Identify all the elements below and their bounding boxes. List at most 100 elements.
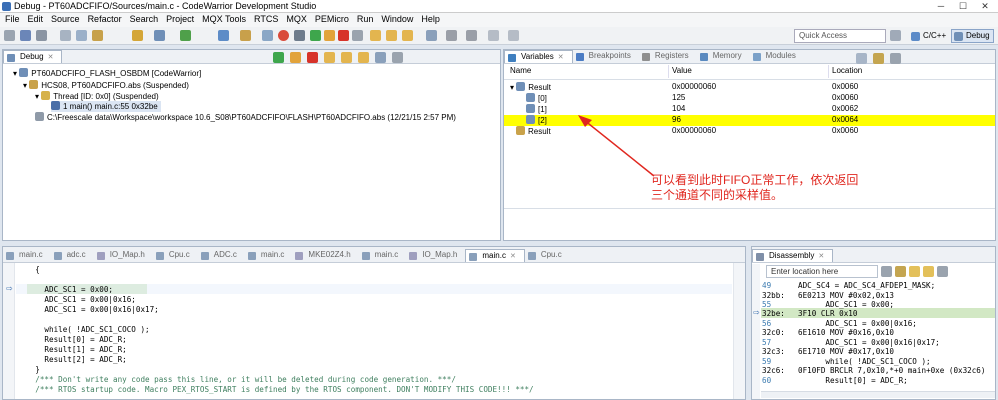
go-icon[interactable]	[881, 266, 892, 277]
perspective-debug[interactable]: Debug	[951, 29, 994, 43]
tab-memory[interactable]: Memory	[697, 50, 750, 63]
menu-source[interactable]: Source	[48, 13, 85, 27]
menu-run[interactable]: Run	[354, 13, 379, 27]
disassembly-line[interactable]: ADC_SC1 = 0x00|0x16;	[798, 319, 916, 328]
disassembly-line[interactable]: 6E1710 MOV #0x17,0x10	[798, 347, 894, 356]
disassembly-line[interactable]: 6E1610 MOV #0x16,0x10	[798, 328, 894, 337]
code-line[interactable]: while( !ADC_SC1_COCO );	[17, 325, 149, 334]
tab-adc-c-2[interactable]: ADC.c	[198, 249, 245, 262]
code-comment[interactable]: /*** RTOS startup code. Macro PEX_RTOS_S…	[17, 385, 533, 394]
run-icon[interactable]	[180, 30, 191, 41]
column-name[interactable]: Name	[510, 66, 531, 78]
close-button[interactable]: ✕	[974, 0, 996, 12]
column-location[interactable]: Location	[832, 66, 862, 78]
table-row[interactable]: ▾ Result 0x00000060 0x0060	[504, 82, 995, 93]
next-annotation-icon[interactable]	[446, 30, 457, 41]
close-icon[interactable]: ✕	[818, 253, 824, 260]
tab-registers[interactable]: Registers	[639, 50, 697, 63]
tab-cpu-c[interactable]: Cpu.c	[153, 249, 198, 262]
code-line[interactable]: {	[17, 265, 40, 274]
show-type-names-icon[interactable]	[856, 53, 867, 64]
menu-project[interactable]: Project	[163, 13, 199, 27]
menu-search[interactable]: Search	[127, 13, 164, 27]
tools-icon[interactable]	[240, 30, 251, 41]
code-line[interactable]: Result[0] = ADC_R;	[17, 335, 126, 344]
step-into-icon[interactable]	[370, 30, 381, 41]
view-menu-icon[interactable]	[937, 266, 948, 277]
step-over-icon[interactable]	[341, 52, 352, 63]
previous-annotation-icon[interactable]	[466, 30, 477, 41]
code-line[interactable]: Result[2] = ADC_R;	[17, 355, 126, 364]
disassembly-line[interactable]: ADC_SC4 = ADC_SC4_AFDEP1_MASK;	[798, 281, 935, 290]
suspend-icon[interactable]	[324, 30, 335, 41]
close-icon[interactable]: ✕	[48, 54, 54, 61]
tab-mke02z4-h[interactable]: MKE02Z4.h	[292, 249, 358, 262]
tab-cpu-c-2[interactable]: Cpu.c	[525, 249, 570, 262]
tree-item-launch[interactable]: ▾ PT60ADCFIFO_FLASH_OSBDM [CodeWarrior]	[13, 68, 201, 79]
close-icon[interactable]: ✕	[510, 253, 516, 260]
skip-breakpoints-icon[interactable]	[262, 30, 273, 41]
menu-mqx[interactable]: MQX	[283, 13, 312, 27]
tree-item-executable[interactable]: C:\Freescale data\Workspace\workspace 10…	[35, 112, 456, 123]
menu-file[interactable]: File	[2, 13, 25, 27]
code-line[interactable]: }	[17, 365, 40, 374]
tab-breakpoints[interactable]: Breakpoints	[573, 50, 639, 63]
menu-window[interactable]: Window	[378, 13, 418, 27]
suspend-icon[interactable]	[290, 52, 301, 63]
step-return-icon[interactable]	[358, 52, 369, 63]
disassembly-line[interactable]: ADC_SC1 = 0x00|0x16|0x17;	[798, 338, 939, 347]
instruction-step-icon[interactable]	[426, 30, 437, 41]
perspective-c-cpp[interactable]: C/C++	[908, 29, 950, 43]
tab-adc-c[interactable]: adc.c	[51, 249, 94, 262]
terminate-icon[interactable]	[338, 30, 349, 41]
tab-main-c-3[interactable]: main.c	[359, 249, 407, 262]
menu-edit[interactable]: Edit	[25, 13, 49, 27]
tab-debug[interactable]: Debug ✕	[3, 50, 63, 63]
tab-main-c-active[interactable]: main.c ✕	[465, 249, 525, 262]
disconnect-icon[interactable]	[352, 30, 363, 41]
disassembly-line[interactable]: 0F10FD BRCLR 7,0x10,*+0 main+0xe (0x32c6…	[798, 366, 992, 375]
menu-help[interactable]: Help	[418, 13, 445, 27]
build-config-icon[interactable]	[60, 30, 71, 41]
close-icon[interactable]: ✕	[558, 54, 564, 61]
tab-disassembly[interactable]: Disassembly ✕	[752, 249, 834, 262]
bug-icon[interactable]	[154, 30, 165, 41]
code-line-current[interactable]: ADC_SC1 = 0x00;	[17, 285, 113, 294]
disassembly-line-current[interactable]: 3F10 CLR 0x10	[798, 309, 857, 318]
table-row[interactable]: [0] 125 0x0060	[504, 93, 995, 104]
step-into-icon[interactable]	[324, 52, 335, 63]
overview-ruler[interactable]	[733, 263, 745, 399]
code-line[interactable]: Result[1] = ADC_R;	[17, 345, 126, 354]
save-icon[interactable]	[20, 30, 31, 41]
build-icon[interactable]	[132, 30, 143, 41]
refresh-icon[interactable]	[923, 266, 934, 277]
disassembly-line[interactable]: while( !ADC_SC1_COCO );	[798, 357, 930, 366]
step-return-icon[interactable]	[402, 30, 413, 41]
breakpoint-icon[interactable]	[278, 30, 289, 41]
tab-main-c-2[interactable]: main.c	[245, 249, 293, 262]
location-input[interactable]: Enter location here	[766, 265, 878, 278]
terminate-icon[interactable]	[307, 52, 318, 63]
back-icon[interactable]	[488, 30, 499, 41]
code-line[interactable]: ADC_SC1 = 0x00|0x16;	[17, 295, 135, 304]
new-icon[interactable]	[4, 30, 15, 41]
menu-rtcs[interactable]: RTCS	[251, 13, 283, 27]
tab-main-c[interactable]: main.c	[3, 249, 51, 262]
code-comment[interactable]: /*** Don't write any code pass this line…	[17, 375, 456, 384]
show-source-icon[interactable]	[909, 266, 920, 277]
tree-item-stack-frame[interactable]: 1 main() main.c:55 0x32be	[51, 101, 161, 112]
column-value[interactable]: Value	[672, 66, 692, 78]
menu-mqx-tools[interactable]: MQX Tools	[199, 13, 251, 27]
flash-icon[interactable]	[218, 30, 229, 41]
forward-icon[interactable]	[508, 30, 519, 41]
save-all-icon[interactable]	[36, 30, 47, 41]
link-with-stack-icon[interactable]	[895, 266, 906, 277]
project-icon[interactable]	[92, 30, 103, 41]
disassembly-line[interactable]: Result[0] = ADC_R;	[798, 376, 907, 385]
tab-io-map-h-2[interactable]: IO_Map.h	[406, 249, 465, 262]
resume-icon[interactable]	[273, 52, 284, 63]
tab-modules[interactable]: Modules	[750, 50, 804, 63]
menu-pemicro[interactable]: PEMicro	[312, 13, 354, 27]
resume-icon[interactable]	[310, 30, 321, 41]
drop-to-frame-icon[interactable]	[375, 52, 386, 63]
